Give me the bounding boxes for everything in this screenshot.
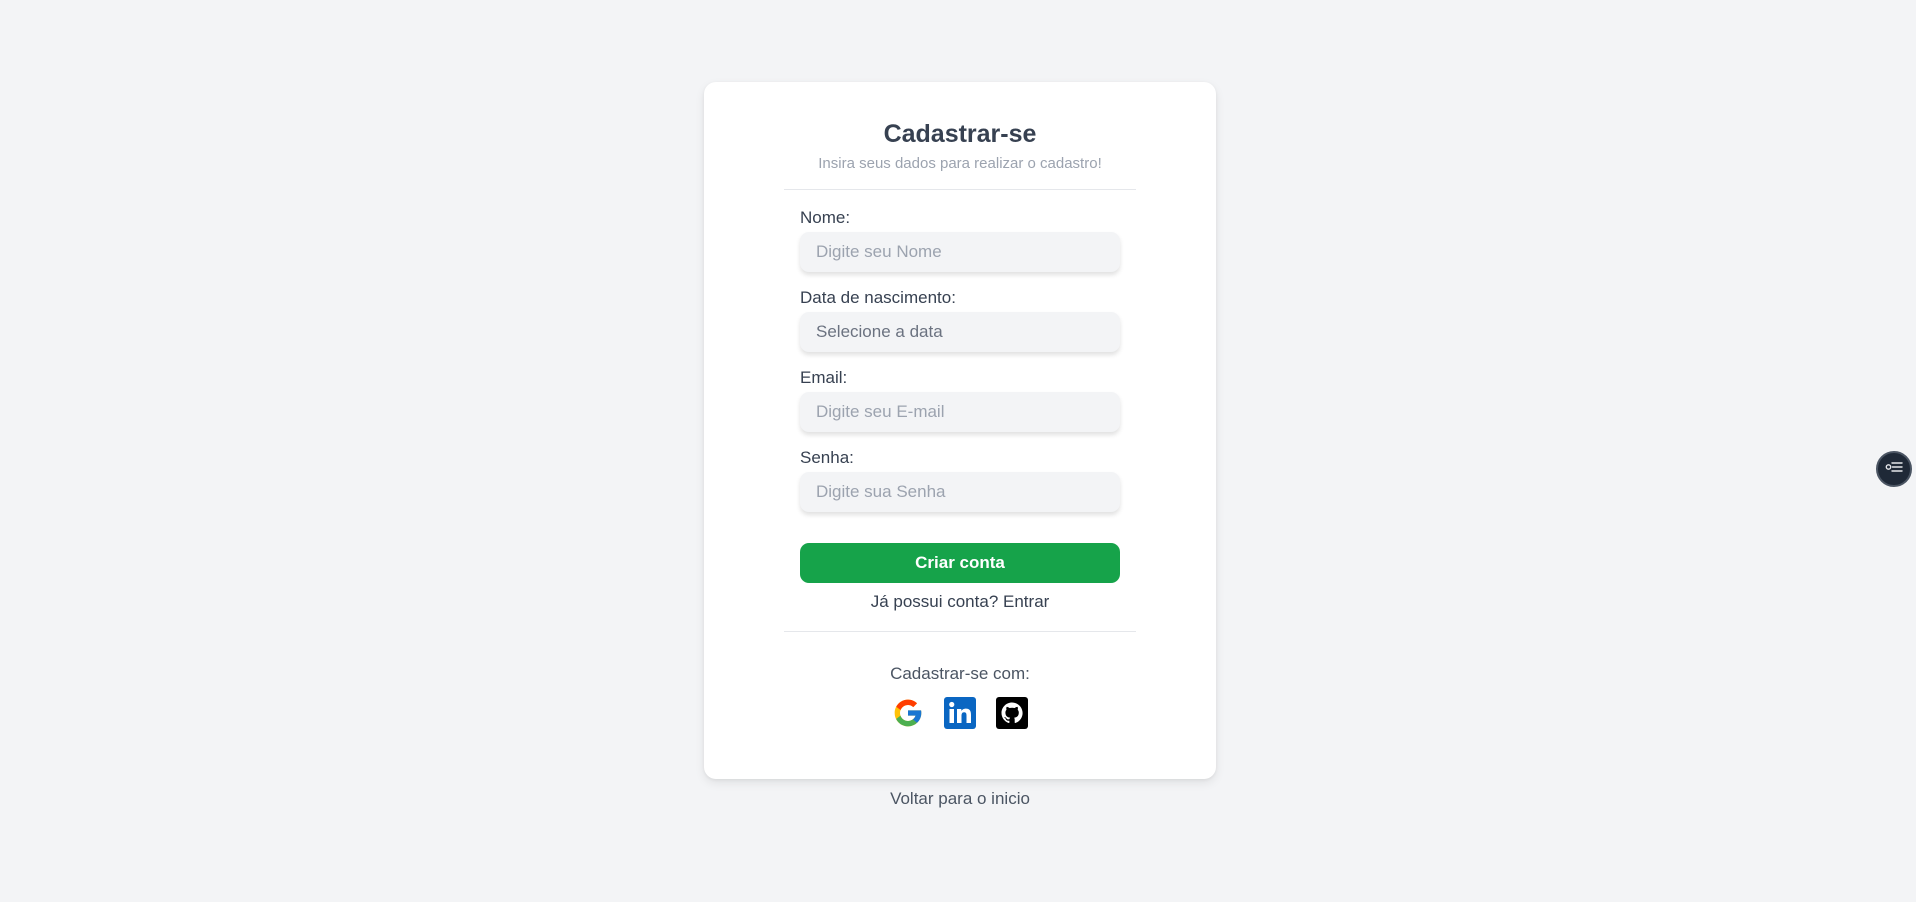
password-label: Senha: <box>800 448 854 467</box>
bottom-divider <box>784 631 1136 632</box>
top-divider <box>784 189 1136 190</box>
login-prompt-text: Já possui conta? <box>870 592 999 611</box>
github-icon[interactable] <box>996 697 1028 729</box>
create-account-button[interactable]: Criar conta <box>800 543 1120 583</box>
social-signup-label: Cadastrar-se com: <box>890 664 1030 683</box>
floating-settings-button[interactable] <box>1876 451 1912 487</box>
linkedin-icon[interactable] <box>944 697 976 729</box>
email-input[interactable] <box>800 392 1120 432</box>
back-to-home-link[interactable]: Voltar para o inicio <box>704 789 1216 809</box>
google-icon[interactable] <box>892 697 924 729</box>
form-subtitle: Insira seus dados para realizar o cadast… <box>818 155 1102 172</box>
login-prompt-line: Já possui conta? Entrar <box>704 592 1216 612</box>
password-input[interactable] <box>800 472 1120 512</box>
signup-card: Cadastrar-se Insira seus dados para real… <box>704 82 1216 779</box>
login-link[interactable]: Entrar <box>1003 592 1049 611</box>
birthdate-label: Data de nascimento: <box>800 288 956 307</box>
birthdate-input[interactable] <box>800 312 1120 352</box>
email-label: Email: <box>800 368 848 387</box>
name-label: Nome: <box>800 208 851 227</box>
form-title: Cadastrar-se <box>883 120 1037 148</box>
name-input[interactable] <box>800 232 1120 272</box>
settings-list-icon <box>1885 460 1903 479</box>
